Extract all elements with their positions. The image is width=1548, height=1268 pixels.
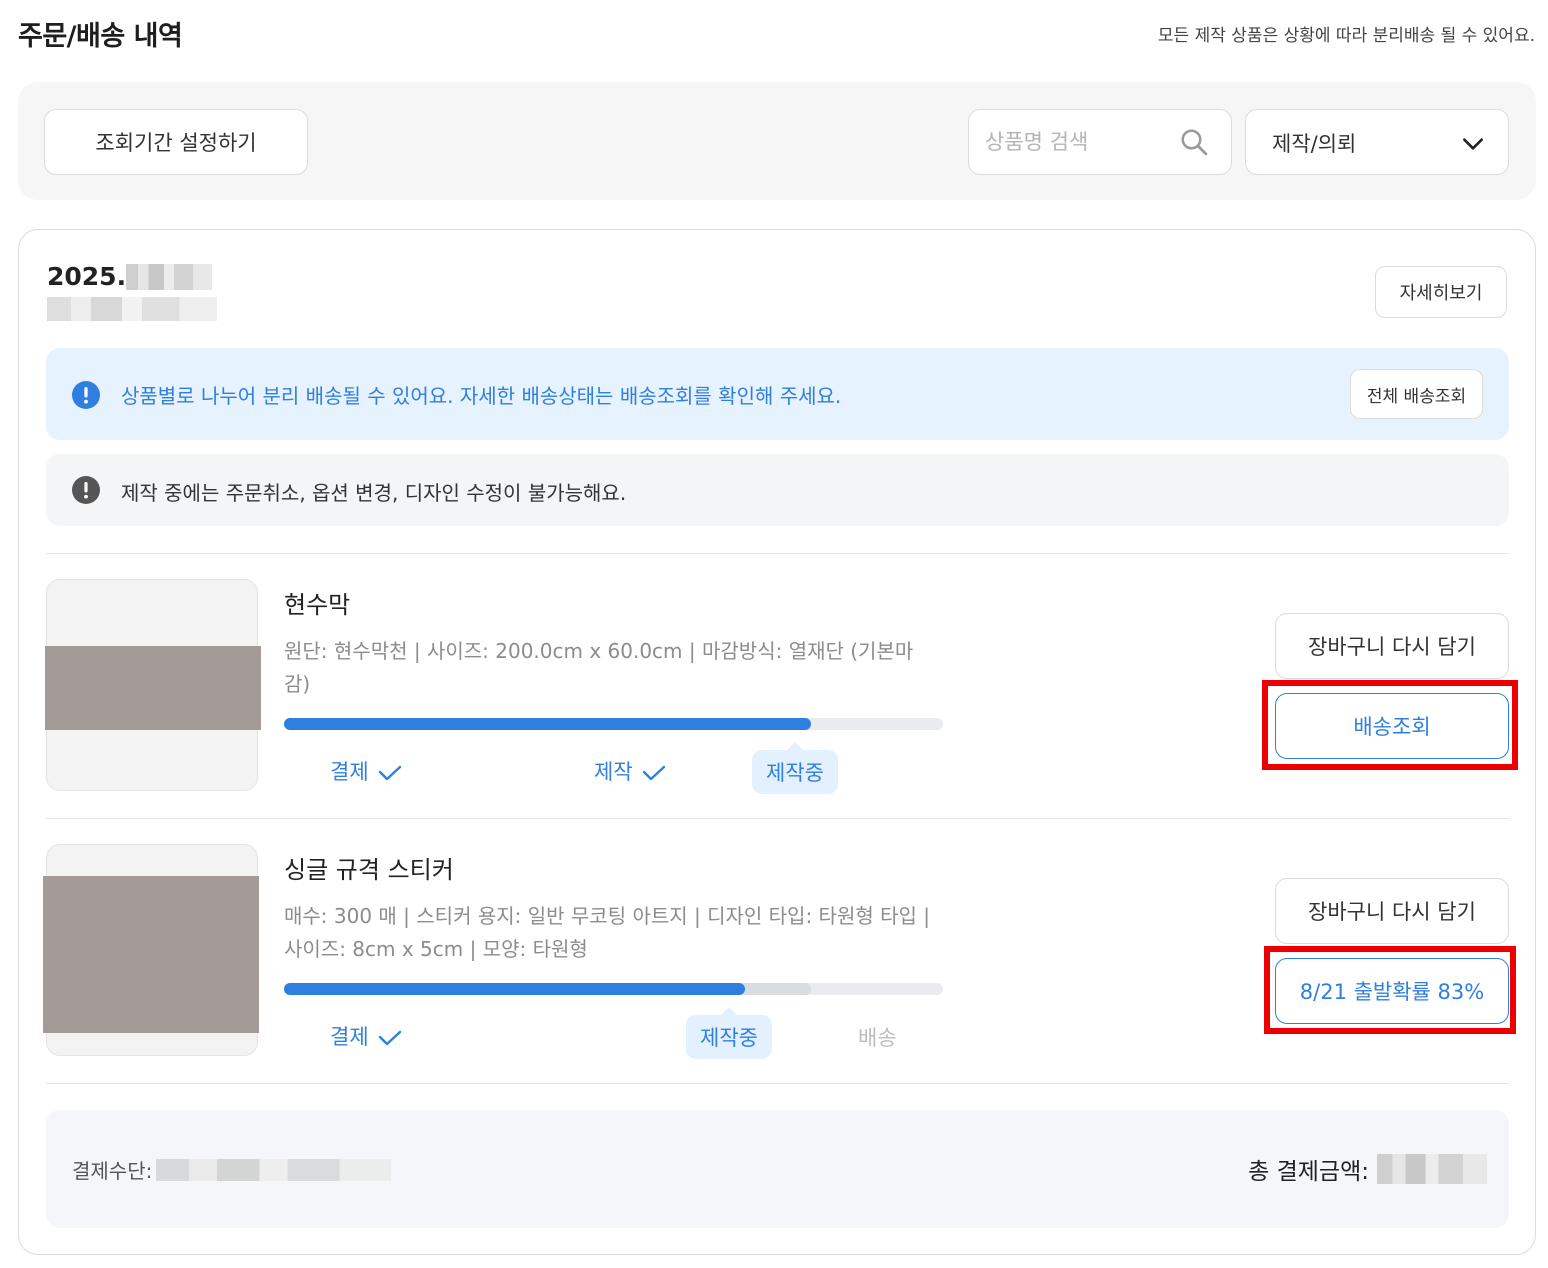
check-icon [642,765,665,781]
product-image [45,646,261,730]
add-to-cart-again-button[interactable]: 장바구니 다시 담기 [1275,613,1509,679]
product-search-box[interactable] [968,109,1232,175]
product-image [43,876,259,1033]
product-options: 매수: 300 매 | 스티커 용지: 일반 무코팅 아트지 | 디자인 타입:… [284,904,931,961]
chevron-down-icon [1463,138,1483,150]
order-number-redacted [47,297,217,321]
progress-bar [284,983,943,995]
product-thumbnail[interactable] [43,844,259,1056]
production-warning-text: 제작 중에는 주문취소, 옵션 변경, 디자인 수정이 불가능해요. [121,481,627,505]
step-shipping: 배송 [858,1026,897,1050]
divider [46,1083,1509,1084]
shipping-notice: 모든 제작 상품은 상황에 따라 분리배송 될 수 있어요. [1157,26,1535,46]
period-setting-button[interactable]: 조회기간 설정하기 [44,109,308,175]
product-options: 원단: 현수막천 | 사이즈: 200.0cm x 60.0cm | 마감방식:… [284,639,914,696]
category-select-value: 제작/의뢰 [1272,132,1357,156]
info-icon [72,381,100,409]
check-icon [378,765,401,781]
product-thumbnail[interactable] [45,579,261,791]
total-amount-label: 총 결제금액: [1248,1159,1369,1185]
order-date-text: 2025. [47,262,127,291]
split-shipping-notice: 상품별로 나누어 분리 배송될 수 있어요. 자세한 배송상태는 배송조회를 확… [46,348,1509,440]
category-select[interactable]: 제작/의뢰 [1245,109,1509,175]
product-name: 싱글 규격 스티커 [284,856,454,884]
payment-method: 결제수단: [72,1155,392,1184]
check-icon [378,1030,401,1046]
step-payment: 결제 [330,1021,403,1051]
divider [46,818,1509,819]
payment-method-redacted [156,1158,392,1181]
total-amount-redacted [1377,1154,1487,1184]
step-payment-label: 결제 [330,760,369,784]
highlight-box [1262,680,1518,770]
step-payment-label: 결제 [330,1025,369,1049]
step-production: 제작 [594,756,667,786]
progress-fill [284,718,812,730]
track-all-button[interactable]: 전체 배송조회 [1350,369,1483,419]
add-to-cart-again-button[interactable]: 장바구니 다시 담기 [1275,878,1509,944]
order-date: 2025. [47,262,213,291]
payment-method-label: 결제수단: [72,1159,153,1183]
step-payment: 결제 [330,756,403,786]
search-icon[interactable] [1179,127,1209,157]
product-search-input[interactable] [985,110,1175,174]
production-warning: 제작 중에는 주문취소, 옵션 변경, 디자인 수정이 불가능해요. [46,454,1509,526]
product-name: 현수막 [284,591,351,619]
warning-icon [72,476,100,504]
step-production-label: 제작 [594,760,633,784]
payment-summary: 결제수단: 총 결제금액: [46,1110,1509,1228]
progress-fill [284,983,746,995]
step-current-badge: 제작중 [686,1007,772,1059]
divider [46,553,1509,554]
progress-bar [284,718,943,730]
order-detail-button[interactable]: 자세히보기 [1375,266,1507,318]
step-current-badge: 제작중 [752,742,838,794]
highlight-box [1264,946,1516,1034]
filter-bar: 조회기간 설정하기 제작/의뢰 [18,82,1536,200]
order-date-redacted [126,263,213,290]
page-title: 주문/배송 내역 [18,21,183,52]
total-amount: 총 결제금액: [1248,1152,1487,1186]
split-shipping-notice-text: 상품별로 나누어 분리 배송될 수 있어요. 자세한 배송상태는 배송조회를 확… [121,384,842,408]
